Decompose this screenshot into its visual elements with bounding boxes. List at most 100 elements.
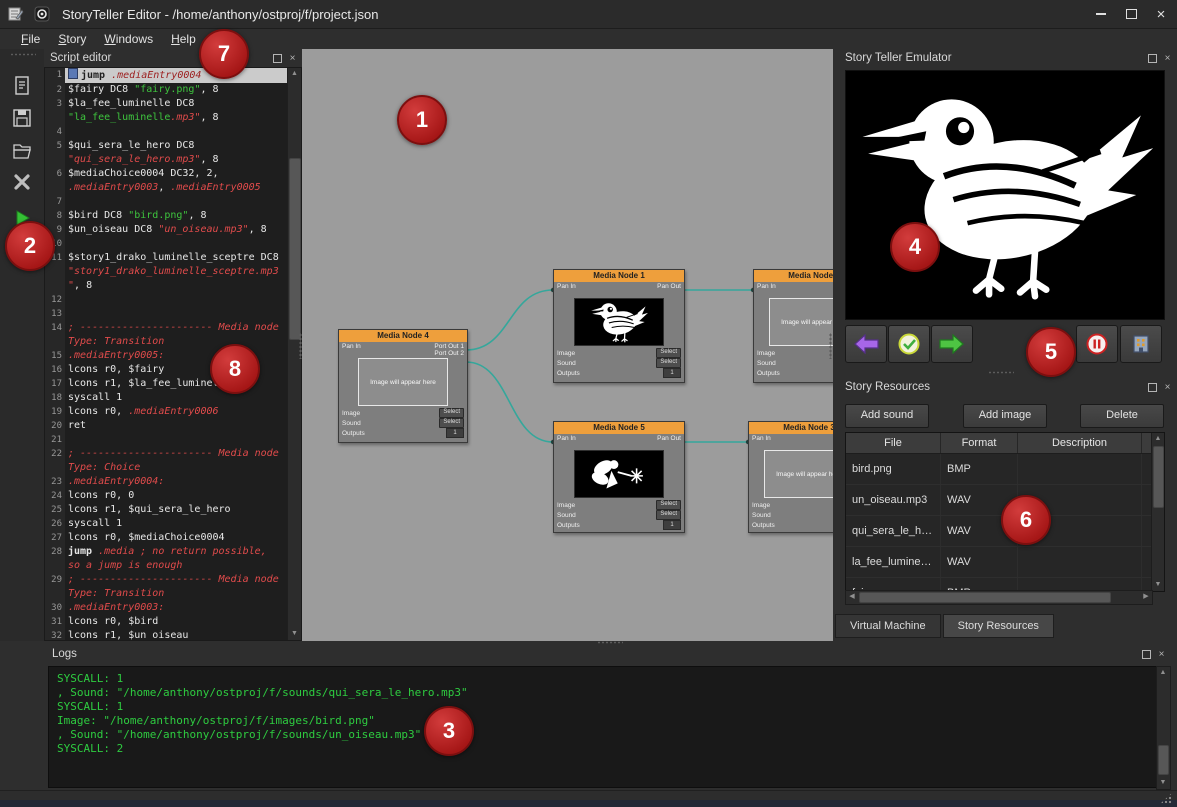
node-title[interactable]: Media Node 3 [749,422,833,434]
input-port[interactable]: Pan In [752,435,771,449]
scroll-left-icon[interactable]: ◀ [846,591,858,602]
splitter-handle[interactable] [299,333,302,359]
code-line-18[interactable]: 18syscall 1 [45,391,287,405]
code-line-19[interactable]: 19lcons r0, .mediaEntry0006 [45,405,287,419]
minimize-button[interactable] [1089,4,1113,24]
scroll-up-icon[interactable]: ▲ [1157,667,1169,679]
column-header-format[interactable]: Format [941,433,1018,453]
media-node[interactable]: Media Node 1Pan InPan OutImageSelectSoun… [553,269,685,383]
code-line-23[interactable]: 23.mediaEntry0004: [45,475,287,489]
scroll-thumb[interactable] [1158,745,1169,775]
code-line-9[interactable]: 9$un_oiseau DC8 "un_oiseau.mp3", 8 [45,223,287,237]
save-button[interactable] [9,105,35,131]
table-scrollbar[interactable]: ▲ ▼ [1151,433,1164,591]
select-button[interactable]: Select [656,500,681,510]
code-line-1[interactable]: 1jump .mediaEntry0004 [45,68,287,83]
code-line-7[interactable]: 7 [45,195,287,209]
media-node[interactable]: Media Node 2Pan InImage will appear here… [753,269,833,383]
resources-close-button[interactable]: × [1162,382,1173,393]
code-line-30[interactable]: 30.mediaEntry0003: [45,601,287,615]
tab-virtual-machine[interactable]: Virtual Machine [835,614,941,638]
scroll-up-icon[interactable]: ▲ [288,68,301,80]
menu-file[interactable]: File [12,31,49,47]
logs-scrollbar[interactable]: ▲ ▼ [1156,666,1171,790]
logs-float-button[interactable] [1141,649,1152,660]
code-line-26[interactable]: 26syscall 1 [45,517,287,531]
splitter-handle[interactable] [597,641,623,644]
dock-splitter-handle[interactable] [988,371,1014,374]
input-port[interactable]: Pan In [557,283,576,297]
select-button[interactable]: Select [656,348,681,358]
node-title[interactable]: Media Node 1 [554,270,684,282]
close-button[interactable]: × [1149,4,1173,24]
code-line-3[interactable]: 3$la_fee_luminelle DC8 "la_fee_luminelle… [45,97,287,125]
code-line-5[interactable]: 5$qui_sera_le_hero DC8 "qui_sera_le_hero… [45,139,287,167]
close-project-button[interactable] [9,169,35,195]
output-port[interactable]: Pan Out [657,283,681,290]
code-line-22[interactable]: 22; ---------------------- Media node Ty… [45,447,287,475]
script-editor-float-button[interactable] [272,53,283,64]
code-line-24[interactable]: 24lcons r0, 0 [45,489,287,503]
node-title[interactable]: Media Node 4 [339,330,467,342]
input-port[interactable]: Pan In [342,343,361,357]
code-line-12[interactable]: 12 [45,293,287,307]
toolbar-grip[interactable] [10,53,36,56]
code-line-10[interactable]: 10 [45,237,287,251]
select-button[interactable]: Select [439,418,464,428]
input-port[interactable]: Pan In [757,283,776,297]
code-line-4[interactable]: 4 [45,125,287,139]
node-canvas[interactable]: Media Node 4Pan InPort Out 1Port Out 2Im… [302,49,833,641]
code-line-29[interactable]: 29; ---------------------- Media node Ty… [45,573,287,601]
maximize-button[interactable] [1119,4,1143,24]
resources-float-button[interactable] [1147,382,1158,393]
code-line-8[interactable]: 8$bird DC8 "bird.png", 8 [45,209,287,223]
code-line-25[interactable]: 25lcons r1, $qui_sera_le_hero [45,503,287,517]
pause-button[interactable] [1076,325,1118,363]
scroll-right-icon[interactable]: ▶ [1140,591,1152,602]
outputs-spinner[interactable]: 1 [446,428,464,438]
title-bar[interactable]: StoryTeller Editor - /home/anthony/ostpr… [0,0,1177,29]
media-node[interactable]: Media Node 5Pan InPan OutImageSelectSoun… [553,421,685,533]
code-line-2[interactable]: 2$fairy DC8 "fairy.png", 8 [45,83,287,97]
code-editor[interactable]: 1jump .mediaEntry00042$fairy DC8 "fairy.… [44,67,302,641]
scroll-thumb[interactable] [1153,446,1164,508]
output-port[interactable]: Port Out 2 [434,350,464,357]
outputs-spinner[interactable]: 1 [663,520,681,530]
menu-story[interactable]: Story [49,31,95,47]
select-button[interactable]: Select [656,358,681,368]
code-line-14[interactable]: 14; ---------------------- Media node Ty… [45,321,287,349]
scroll-down-icon[interactable]: ▼ [1157,777,1169,789]
code-line-11[interactable]: 11$story1_drako_luminelle_sceptre DC8 "s… [45,251,287,293]
scroll-down-icon[interactable]: ▼ [1152,579,1164,591]
code-line-27[interactable]: 27lcons r0, $mediaChoice0004 [45,531,287,545]
menu-help[interactable]: Help [162,31,205,47]
scroll-down-icon[interactable]: ▼ [288,628,301,640]
add-sound-button[interactable]: Add sound [845,404,929,428]
scroll-thumb[interactable] [289,158,301,340]
code-line-32[interactable]: 32lcons r1, $un_oiseau [45,629,287,640]
tab-story-resources[interactable]: Story Resources [943,614,1054,638]
code-line-20[interactable]: 20ret [45,419,287,433]
emulator-float-button[interactable] [1147,53,1158,64]
home-button[interactable] [1120,325,1162,363]
emulator-close-button[interactable]: × [1162,53,1173,64]
new-script-button[interactable] [9,73,35,99]
next-button[interactable] [931,325,973,363]
splitter-handle[interactable] [829,333,832,359]
column-header-description[interactable]: Description [1018,433,1142,453]
input-port[interactable]: Pan In [557,435,576,449]
delete-button[interactable]: Delete [1080,404,1164,428]
code-line-13[interactable]: 13 [45,307,287,321]
table-hscrollbar[interactable]: ◀ ▶ [845,590,1153,605]
add-image-button[interactable]: Add image [963,404,1047,428]
select-button[interactable]: Select [439,408,464,418]
code-line-21[interactable]: 21 [45,433,287,447]
previous-button[interactable] [845,325,887,363]
column-header-file[interactable]: File [846,433,941,453]
validate-button[interactable] [888,325,930,363]
script-editor-close-button[interactable]: × [287,53,298,64]
outputs-spinner[interactable]: 1 [663,368,681,378]
node-title[interactable]: Media Node 5 [554,422,684,434]
media-node[interactable]: Media Node 4Pan InPort Out 1Port Out 2Im… [338,329,468,443]
select-button[interactable]: Select [656,510,681,520]
